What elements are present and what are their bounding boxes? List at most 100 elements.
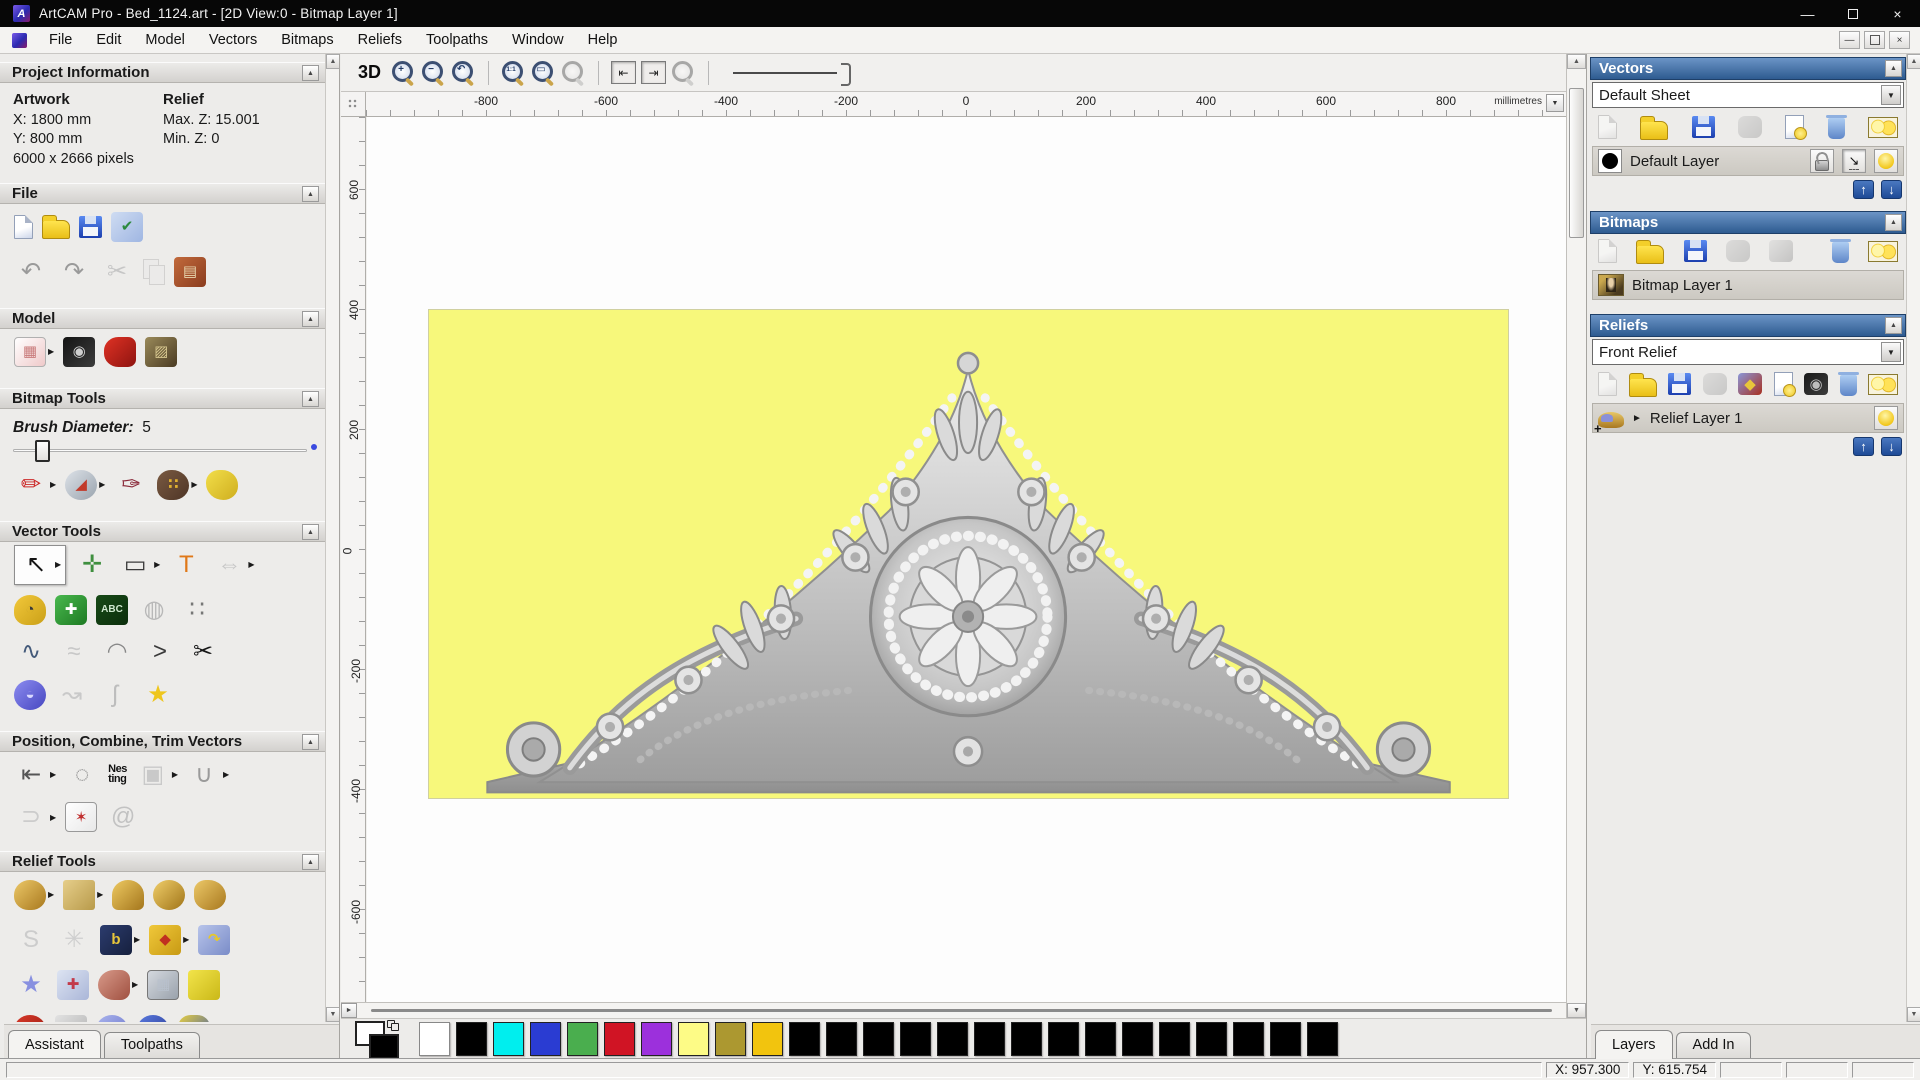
menu-window[interactable]: Window (500, 28, 576, 52)
paint-palette-icon-flyout[interactable]: ▶ (191, 480, 197, 489)
move-layer-down-button[interactable]: ↓ (1881, 180, 1902, 199)
arc-editing-icon[interactable]: ◠ (100, 635, 134, 669)
drawing-canvas[interactable] (367, 117, 1566, 1002)
weld-vectors-icon-flyout[interactable]: ▶ (223, 770, 229, 779)
assistant-scrollbar[interactable]: ▲ ▼ (325, 54, 339, 1022)
mirror-vectors-icon-flyout[interactable]: ▶ (248, 560, 254, 569)
open-vector-layer-icon[interactable] (1640, 115, 1669, 140)
scroll-up-button[interactable]: ▲ (326, 54, 339, 69)
menu-vectors[interactable]: Vectors (197, 28, 269, 52)
align-vectors-icon[interactable]: ⇤ (14, 758, 48, 792)
relief-hands-icon[interactable] (194, 879, 227, 910)
palette-swatch-7[interactable] (678, 1021, 709, 1056)
weld-vectors-icon[interactable]: ∪ (187, 758, 221, 792)
relief-from-bitmap-icon-flyout[interactable]: ▶ (134, 935, 140, 944)
create-text-icon[interactable]: T (169, 548, 203, 582)
group-vectors-icon-flyout[interactable]: ▶ (172, 770, 178, 779)
toggle-all-bitmaps-icon[interactable] (1867, 240, 1898, 262)
relief-from-bitmap-icon[interactable]: b (100, 924, 132, 955)
text-on-curve-icon[interactable]: ◌ (65, 758, 99, 792)
offset-relief-icon[interactable] (188, 969, 221, 1000)
palette-swatch-15[interactable] (974, 1021, 1005, 1056)
zoom-in-icon[interactable]: + (391, 60, 416, 85)
vector-layer-name[interactable]: Default Layer (1630, 153, 1802, 170)
canvas-scroll-left-button[interactable]: ► (341, 1003, 357, 1018)
paste-icon[interactable]: ▤ (174, 256, 206, 287)
relief-layer-stack-icon[interactable]: ◆ (149, 924, 182, 955)
move-relief-down-button[interactable]: ↓ (1881, 437, 1902, 456)
create-rectangle-icon-flyout[interactable]: ▶ (154, 560, 160, 569)
canvas-hscroll-thumb[interactable] (371, 1009, 1552, 1012)
free-sketch-icon[interactable]: ≈ (57, 635, 91, 669)
transform-vectors-icon[interactable]: ✛ (75, 548, 109, 582)
zoom-slider[interactable] (733, 62, 853, 86)
redo-icon[interactable]: ↷ (57, 255, 91, 289)
vector-layer-row[interactable]: Default Layer ↘ (1592, 146, 1904, 176)
set-model-size-icon[interactable]: ▦ (14, 336, 46, 367)
link-colours-icon[interactable] (387, 1019, 399, 1031)
select-vectors-icon[interactable]: ↖ (19, 548, 53, 582)
paste-array-icon[interactable]: ∷ (180, 593, 214, 627)
bitmap-artwork[interactable] (429, 309, 1509, 799)
zoom-out-icon[interactable]: − (421, 60, 446, 85)
move-layer-up-button[interactable]: ↑ (1853, 180, 1874, 199)
preview-zoom-icon[interactable] (671, 60, 696, 85)
palette-swatch-12[interactable] (863, 1021, 894, 1056)
layer-visibility-button[interactable] (1874, 149, 1898, 173)
open-model-icon[interactable] (42, 215, 70, 240)
new-model-icon[interactable] (14, 214, 33, 239)
relief-editing-icon-flyout[interactable]: ▶ (48, 890, 54, 899)
texture-wrap-icon[interactable]: ✚ (57, 969, 89, 1000)
view-3d-button[interactable]: 3D (353, 62, 386, 83)
relief-editing-icon[interactable] (14, 879, 46, 910)
two-rail-sweep-icon[interactable] (98, 969, 130, 1000)
menu-file[interactable]: File (37, 28, 84, 52)
layer-lock-button[interactable] (1810, 149, 1834, 173)
section-header-vector-tools[interactable]: Vector Tools ▲ (0, 521, 325, 543)
canvas-vscroll-thumb[interactable] (1569, 88, 1584, 238)
palette-swatch-5[interactable] (604, 1021, 635, 1056)
palette-swatch-10[interactable] (789, 1021, 820, 1056)
move-relief-up-button[interactable]: ↑ (1853, 437, 1874, 456)
palette-swatch-18[interactable] (1085, 1021, 1116, 1056)
palette-swatch-24[interactable] (1307, 1021, 1338, 1056)
join-vectors-icon[interactable]: ⊃ (14, 800, 48, 834)
relief-layer-row[interactable]: ► Relief Layer 1 (1592, 403, 1904, 436)
texture-sphere-icon[interactable]: ✻ (137, 1014, 169, 1022)
palette-swatch-2[interactable] (493, 1021, 524, 1056)
new-bitmap-layer-icon[interactable] (1598, 239, 1617, 263)
paint-icon[interactable]: ✏ (14, 468, 48, 502)
sheet-combo-arrow[interactable]: ▼ (1881, 85, 1901, 105)
canvas-scroll-down-button[interactable]: ▼ (1567, 1003, 1586, 1018)
group-vectors-icon[interactable]: ▣ (136, 758, 170, 792)
sheet-combo[interactable]: Default Sheet ▼ (1592, 82, 1904, 108)
relief-visibility-button[interactable] (1874, 406, 1898, 430)
palette-swatch-16[interactable] (1011, 1021, 1042, 1056)
two-rail-sweep-icon-flyout[interactable]: ▶ (132, 980, 138, 989)
dome-relief-icon[interactable] (96, 1014, 128, 1022)
measure-icon[interactable]: ◔ (14, 594, 46, 625)
tab-assistant-assistant[interactable]: Assistant (8, 1030, 101, 1058)
minimize-button[interactable]: — (1785, 0, 1830, 27)
ruler-corner[interactable] (341, 92, 366, 117)
mdi-close-button[interactable]: × (1889, 31, 1910, 49)
menu-toolpaths[interactable]: Toolpaths (414, 28, 500, 52)
maximize-button[interactable] (1830, 0, 1875, 27)
flood-fill-icon-flyout[interactable]: ▶ (99, 480, 105, 489)
palette-swatch-14[interactable] (937, 1021, 968, 1056)
open-bitmap-layer-icon[interactable] (1636, 239, 1665, 264)
delete-relief-layer-icon[interactable] (1837, 372, 1859, 396)
trace-boundary-icon[interactable]: ʃ (98, 678, 132, 712)
undo-icon[interactable]: ↶ (14, 255, 48, 289)
blank-bitmap-icon[interactable] (1769, 240, 1794, 262)
zoom-object-icon[interactable] (561, 60, 586, 85)
flood-fill-icon[interactable]: ◢ (65, 469, 98, 500)
palette-swatch-21[interactable] (1196, 1021, 1227, 1056)
palette-swatch-1[interactable] (456, 1021, 487, 1056)
extrude-icon[interactable] (178, 1014, 210, 1022)
fit-arcs-icon[interactable]: ↝ (55, 678, 89, 712)
bitmap-to-vector-icon[interactable]: ▨ (145, 336, 178, 367)
merge-relief-layers-icon[interactable] (1702, 373, 1727, 395)
brush-diameter-slider[interactable] (13, 440, 317, 463)
mirror-vectors-icon[interactable]: ⇔ (212, 548, 246, 582)
